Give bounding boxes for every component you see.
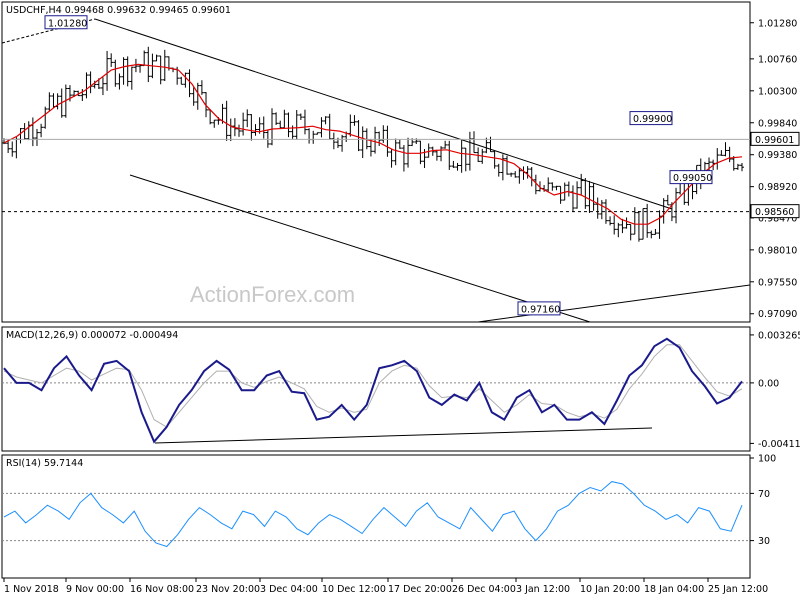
macd-panel-title: MACD(12,26,9) 0.000072 -0.000494 [6,330,178,341]
price-tick-label: 1.00760 [758,54,797,65]
rsi-layer [2,481,750,548]
macd-tick-label: 0.00 [758,378,779,389]
level-label: 0.98560 [755,207,794,218]
x-tick-label: 18 Jan 04:00 [644,584,704,595]
x-tick-label: 10 Dec 12:00 [322,584,386,595]
price-tick-label: 0.98010 [758,245,797,256]
price-annotation: 0.99050 [673,173,712,184]
price-annotation: 0.99900 [633,114,672,125]
price-panel-frame [1,1,751,323]
rsi-tick-label: 100 [758,454,776,465]
price-tick-label: 0.98920 [758,182,797,193]
price-annotation: 1.01280 [48,18,87,29]
rsi-panel-title: RSI(14) 59.7144 [6,458,83,469]
x-tick-label: 1 Nov 2018 [4,584,59,595]
axes-layer: 1.01280 1.00760 1.00300 0.99840 0.99380 0.989… [3,18,800,595]
x-tick-label: 3 Jan 12:00 [516,584,570,595]
macd-tick-label: 0.003265 [758,330,800,341]
rsi-tick-label: 30 [758,536,770,547]
x-tick-label: 10 Jan 20:00 [580,584,640,595]
rsi-line [3,481,743,548]
chart-svg: USDCHF,H4 0.99468 0.99632 0.99465 0.9960… [1,1,800,595]
macd-tick-label: -0.004119 [758,439,800,450]
current-price-label: 0.99601 [755,135,794,146]
x-tick-label: 17 Dec 20:00 [388,584,452,595]
price-tick-label: 1.01280 [758,18,797,29]
x-tick-label: 3 Dec 04:00 [260,584,318,595]
price-annotation: 0.97160 [521,304,560,315]
x-tick-label: 9 Nov 00:00 [66,584,124,595]
x-tick-label: 26 Dec 04:00 [452,584,516,595]
ma-line [3,63,743,225]
macd-line [3,337,743,444]
price-panel-title: USDCHF,H4 0.99468 0.99632 0.99465 0.9960… [6,5,231,16]
price-layer: 1.01280 0.99900 0.99050 0.97160 [2,15,750,316]
x-tick-label: 16 Nov 08:00 [130,584,194,595]
price-tick-label: 0.99380 [758,150,797,161]
watermark: ActionForex.com [190,282,355,307]
x-tick-label: 25 Jan 12:00 [708,584,768,595]
price-tick-label: 0.97550 [758,277,797,288]
price-tick-label: 0.99840 [758,118,797,129]
rsi-tick-label: 70 [758,489,770,500]
macd-layer [2,337,750,444]
macd-divergence-line [154,427,653,444]
price-tick-label: 0.97090 [758,309,797,320]
x-tick-label: 23 Nov 20:00 [196,584,260,595]
price-tick-label: 1.00300 [758,86,797,97]
